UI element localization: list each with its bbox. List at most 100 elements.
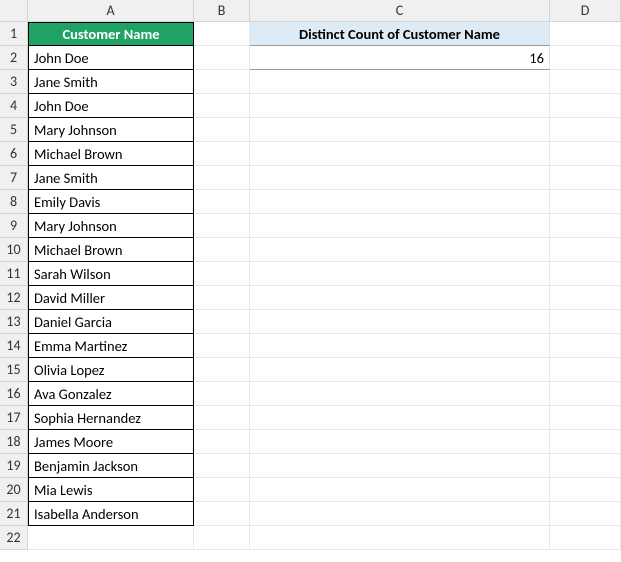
cell-d22[interactable] — [550, 526, 621, 550]
cell-a2[interactable]: John Doe — [28, 46, 194, 70]
cell-d15[interactable] — [550, 358, 621, 382]
cell-d12[interactable] — [550, 286, 621, 310]
cell-d20[interactable] — [550, 478, 621, 502]
cell-b20[interactable] — [194, 478, 250, 502]
cell-d16[interactable] — [550, 382, 621, 406]
row-header-13[interactable]: 13 — [0, 310, 28, 334]
cell-a11[interactable]: Sarah Wilson — [28, 262, 194, 286]
cell-d18[interactable] — [550, 430, 621, 454]
row-header-8[interactable]: 8 — [0, 190, 28, 214]
cell-c8[interactable] — [250, 190, 550, 214]
cell-a22[interactable] — [28, 526, 194, 550]
cell-d6[interactable] — [550, 142, 621, 166]
cell-c20[interactable] — [250, 478, 550, 502]
cell-b6[interactable] — [194, 142, 250, 166]
cell-c1-header[interactable]: Distinct Count of Customer Name — [250, 22, 550, 46]
cell-c7[interactable] — [250, 166, 550, 190]
row-header-18[interactable]: 18 — [0, 430, 28, 454]
cell-a21[interactable]: Isabella Anderson — [28, 502, 194, 526]
cell-b1[interactable] — [194, 22, 250, 46]
cell-c13[interactable] — [250, 310, 550, 334]
cell-d4[interactable] — [550, 94, 621, 118]
cell-b19[interactable] — [194, 454, 250, 478]
cell-a7[interactable]: Jane Smith — [28, 166, 194, 190]
row-header-7[interactable]: 7 — [0, 166, 28, 190]
cell-a9[interactable]: Mary Johnson — [28, 214, 194, 238]
cell-c2-count[interactable]: 16 — [250, 46, 550, 70]
cell-b11[interactable] — [194, 262, 250, 286]
cell-c6[interactable] — [250, 142, 550, 166]
select-all-corner[interactable] — [0, 0, 28, 22]
row-header-16[interactable]: 16 — [0, 382, 28, 406]
cell-c14[interactable] — [250, 334, 550, 358]
cell-a18[interactable]: James Moore — [28, 430, 194, 454]
cell-c18[interactable] — [250, 430, 550, 454]
cell-a16[interactable]: Ava Gonzalez — [28, 382, 194, 406]
cell-b21[interactable] — [194, 502, 250, 526]
cell-a8[interactable]: Emily Davis — [28, 190, 194, 214]
cell-c19[interactable] — [250, 454, 550, 478]
cell-d17[interactable] — [550, 406, 621, 430]
col-header-b[interactable]: B — [194, 0, 250, 22]
cell-d21[interactable] — [550, 502, 621, 526]
cell-b10[interactable] — [194, 238, 250, 262]
cell-b5[interactable] — [194, 118, 250, 142]
row-header-11[interactable]: 11 — [0, 262, 28, 286]
row-header-12[interactable]: 12 — [0, 286, 28, 310]
row-header-2[interactable]: 2 — [0, 46, 28, 70]
cell-a3[interactable]: Jane Smith — [28, 70, 194, 94]
row-header-21[interactable]: 21 — [0, 502, 28, 526]
row-header-15[interactable]: 15 — [0, 358, 28, 382]
cell-b4[interactable] — [194, 94, 250, 118]
cell-c4[interactable] — [250, 94, 550, 118]
cell-d19[interactable] — [550, 454, 621, 478]
row-header-17[interactable]: 17 — [0, 406, 28, 430]
cell-d2[interactable] — [550, 46, 621, 70]
col-header-a[interactable]: A — [28, 0, 194, 22]
cell-a5[interactable]: Mary Johnson — [28, 118, 194, 142]
cell-c3[interactable] — [250, 70, 550, 94]
cell-b3[interactable] — [194, 70, 250, 94]
row-header-9[interactable]: 9 — [0, 214, 28, 238]
row-header-6[interactable]: 6 — [0, 142, 28, 166]
cell-d1[interactable] — [550, 22, 621, 46]
row-header-22[interactable]: 22 — [0, 526, 28, 550]
cell-c12[interactable] — [250, 286, 550, 310]
cell-b13[interactable] — [194, 310, 250, 334]
cell-d14[interactable] — [550, 334, 621, 358]
row-header-4[interactable]: 4 — [0, 94, 28, 118]
cell-d10[interactable] — [550, 238, 621, 262]
cell-c16[interactable] — [250, 382, 550, 406]
cell-d3[interactable] — [550, 70, 621, 94]
row-header-3[interactable]: 3 — [0, 70, 28, 94]
cell-d11[interactable] — [550, 262, 621, 286]
cell-a12[interactable]: David Miller — [28, 286, 194, 310]
cell-a13[interactable]: Daniel Garcia — [28, 310, 194, 334]
cell-c21[interactable] — [250, 502, 550, 526]
cell-d7[interactable] — [550, 166, 621, 190]
cell-a15[interactable]: Olivia Lopez — [28, 358, 194, 382]
cell-b9[interactable] — [194, 214, 250, 238]
cell-c9[interactable] — [250, 214, 550, 238]
cell-b17[interactable] — [194, 406, 250, 430]
cell-c22[interactable] — [250, 526, 550, 550]
row-header-1[interactable]: 1 — [0, 22, 28, 46]
cell-b22[interactable] — [194, 526, 250, 550]
cell-d13[interactable] — [550, 310, 621, 334]
cell-b7[interactable] — [194, 166, 250, 190]
cell-a14[interactable]: Emma Martinez — [28, 334, 194, 358]
cell-a10[interactable]: Michael Brown — [28, 238, 194, 262]
cell-a6[interactable]: Michael Brown — [28, 142, 194, 166]
cell-c15[interactable] — [250, 358, 550, 382]
col-header-d[interactable]: D — [550, 0, 621, 22]
col-header-c[interactable]: C — [250, 0, 550, 22]
cell-c10[interactable] — [250, 238, 550, 262]
row-header-10[interactable]: 10 — [0, 238, 28, 262]
cell-b2[interactable] — [194, 46, 250, 70]
cell-b8[interactable] — [194, 190, 250, 214]
cell-d8[interactable] — [550, 190, 621, 214]
cell-a4[interactable]: John Doe — [28, 94, 194, 118]
row-header-5[interactable]: 5 — [0, 118, 28, 142]
cell-d5[interactable] — [550, 118, 621, 142]
cell-c11[interactable] — [250, 262, 550, 286]
